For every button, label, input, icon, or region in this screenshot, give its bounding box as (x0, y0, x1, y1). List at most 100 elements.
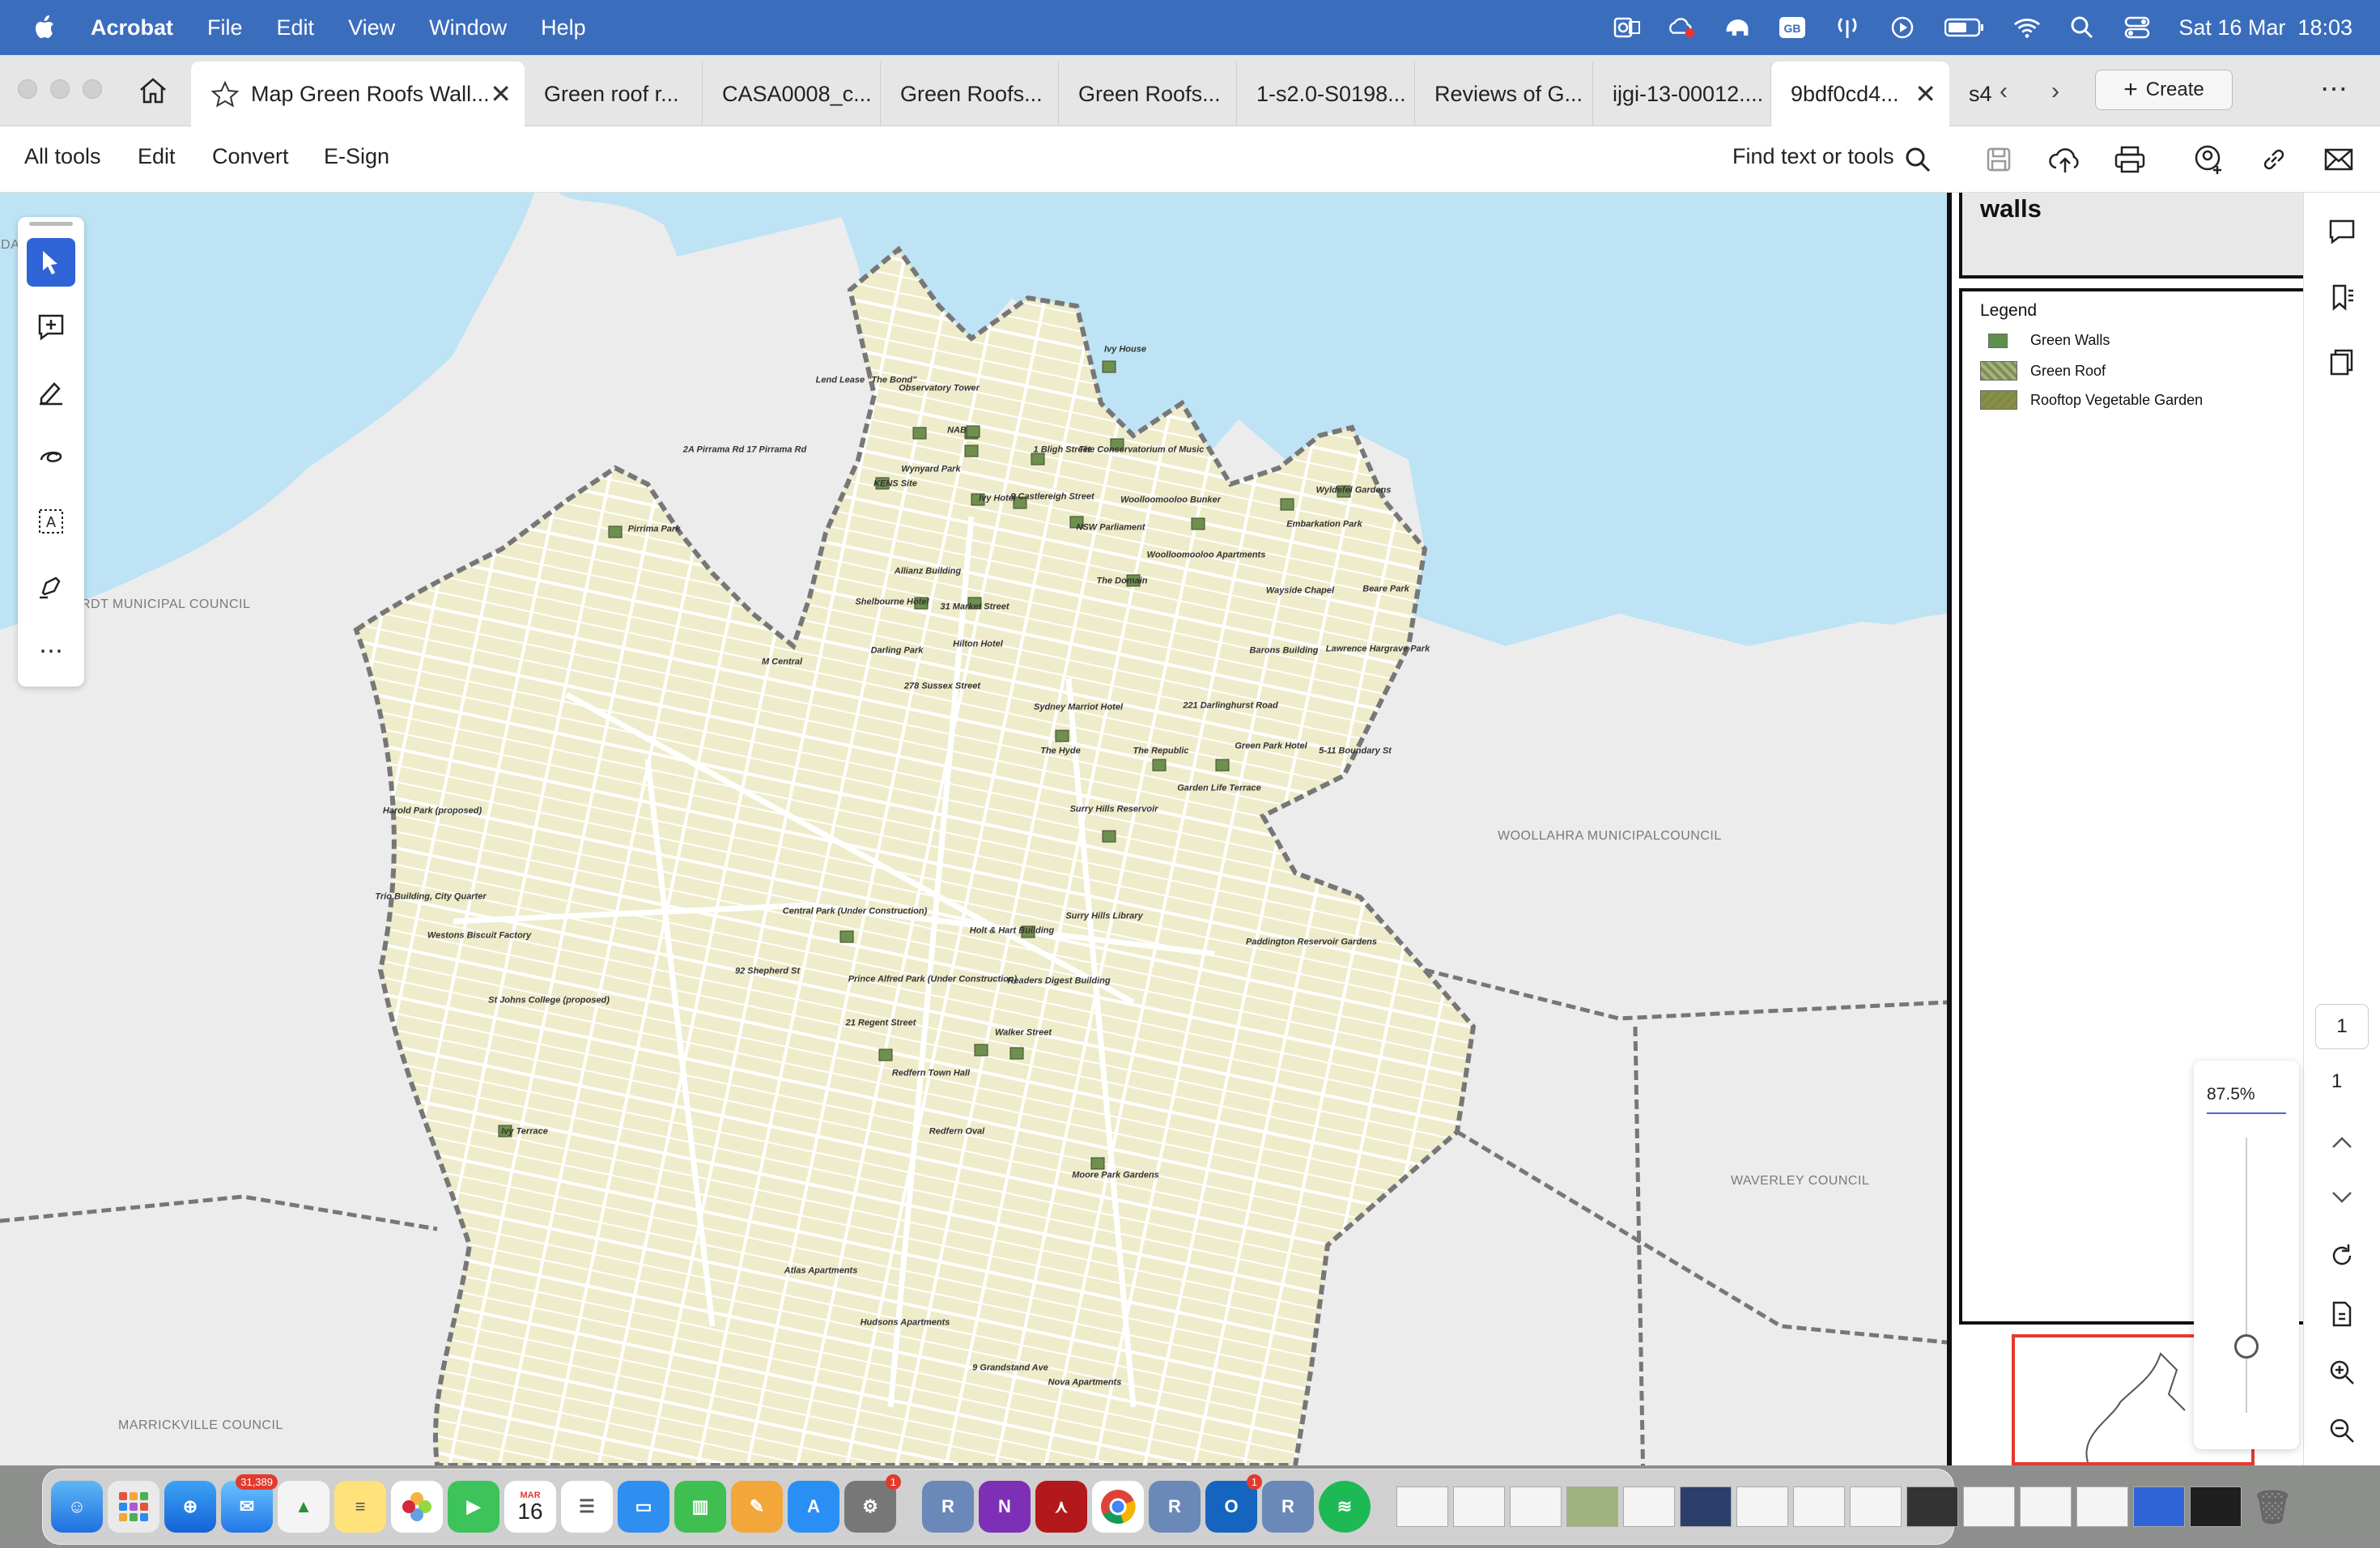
menu-window[interactable]: Window (429, 15, 507, 40)
drag-handle[interactable] (29, 222, 73, 226)
window-minimize-button[interactable] (50, 79, 70, 99)
zoom-slider-knob[interactable] (2234, 1334, 2259, 1359)
elephant-icon[interactable] (1723, 14, 1751, 41)
cloud-sync-icon[interactable] (1668, 14, 1696, 41)
freehand-draw-icon[interactable] (27, 432, 75, 481)
antenna-icon[interactable] (1834, 14, 1861, 41)
bookmarks-icon[interactable] (2323, 279, 2361, 316)
control-center-icon[interactable] (2123, 14, 2151, 41)
star-icon[interactable] (210, 80, 240, 108)
input-source-icon[interactable]: GB (1779, 14, 1806, 41)
minimized-window-thumb[interactable] (2020, 1486, 2072, 1527)
app-store-icon[interactable]: A (788, 1481, 839, 1533)
link-icon[interactable] (2255, 141, 2293, 178)
pages-icon[interactable]: ✎ (731, 1481, 783, 1533)
minimized-window-thumb[interactable] (1963, 1486, 2015, 1527)
rotate-icon[interactable] (2323, 1237, 2361, 1274)
minimized-window-thumb[interactable] (1566, 1486, 1618, 1527)
spotlight-search-icon[interactable] (2068, 14, 2096, 41)
window-close-button[interactable] (18, 79, 37, 99)
page-info-icon[interactable] (2323, 1295, 2361, 1333)
spotify-icon[interactable]: ≋ (1319, 1481, 1371, 1533)
calendar-icon[interactable]: MAR 16 (504, 1481, 556, 1533)
finder-icon[interactable]: ☺ (51, 1481, 103, 1533)
numbers-icon[interactable]: ▥ (674, 1481, 726, 1533)
zoom-in-icon[interactable] (2323, 1354, 2361, 1391)
minimized-window-thumb[interactable] (1906, 1486, 1958, 1527)
tab-document[interactable]: Green roof r... (525, 62, 703, 126)
minimized-window-thumb[interactable] (1736, 1486, 1788, 1527)
upload-cloud-icon[interactable] (2046, 141, 2084, 178)
esign-button[interactable]: E-Sign (324, 144, 389, 169)
minimized-window-thumb[interactable] (1680, 1486, 1732, 1527)
page-thumbnails-icon[interactable] (2323, 343, 2361, 381)
zoom-out-icon[interactable] (2323, 1412, 2361, 1449)
search-icon[interactable] (1899, 141, 1936, 178)
menu-app-name[interactable]: Acrobat (91, 15, 173, 40)
print-icon[interactable] (2111, 141, 2148, 178)
zoom-level-input[interactable]: 87.5% (2207, 1085, 2286, 1114)
trash-icon[interactable]: 🗑 (2246, 1481, 2298, 1533)
highlight-pen-icon[interactable] (27, 368, 75, 416)
tab-document[interactable]: Reviews of G... (1415, 62, 1593, 126)
minimized-window-thumb[interactable] (1623, 1486, 1675, 1527)
chrome-icon[interactable] (1092, 1481, 1144, 1533)
minimized-window-thumb[interactable] (1396, 1486, 1448, 1527)
onenote-icon[interactable]: N (979, 1481, 1031, 1533)
menu-view[interactable]: View (348, 15, 395, 40)
tab-document[interactable]: 1-s2.0-S0198... (1237, 62, 1415, 126)
map-canvas[interactable]: Lend Lease "The Bond" Observatory Tower Iv… (0, 193, 1947, 1465)
tab-scroll-right-icon[interactable]: › (2051, 78, 2059, 105)
tab-document[interactable]: Green Roofs... (1059, 62, 1237, 126)
tab-map-green-roofs[interactable]: Map Green Roofs Wall... ✕ (191, 62, 525, 126)
select-tool-icon[interactable] (27, 238, 75, 287)
apple-icon[interactable] (29, 11, 62, 44)
zoom-slider-track[interactable] (2246, 1138, 2247, 1413)
system-settings-icon[interactable]: ⚙ 1 (844, 1474, 901, 1533)
all-tools-button[interactable]: All tools (24, 144, 101, 169)
wifi-icon[interactable] (2013, 14, 2041, 41)
r-studio-icon[interactable]: R (1149, 1481, 1201, 1533)
notes-icon[interactable]: ≡ (334, 1481, 386, 1533)
menu-edit[interactable]: Edit (277, 15, 315, 40)
find-text-or-tools-input[interactable]: Find text or tools (1732, 144, 1894, 169)
photos-icon[interactable] (391, 1481, 443, 1533)
tab-scroll-left-icon[interactable]: ‹ (2000, 78, 2008, 105)
window-zoom-button[interactable] (83, 79, 102, 99)
menu-help[interactable]: Help (541, 15, 586, 40)
minimized-window-thumb[interactable] (1793, 1486, 1845, 1527)
r-app-icon[interactable]: R (1262, 1481, 1314, 1533)
share-user-icon[interactable] (2191, 141, 2228, 178)
r-quartz-icon[interactable]: R (922, 1481, 974, 1533)
page-up-icon[interactable] (2323, 1124, 2361, 1161)
minimized-window-thumb[interactable] (1510, 1486, 1562, 1527)
minimized-window-thumb[interactable] (2076, 1486, 2128, 1527)
edit-button[interactable]: Edit (138, 144, 176, 169)
acrobat-icon[interactable]: ⋏ (1035, 1481, 1087, 1533)
more-options-icon[interactable]: ⋯ (2320, 73, 2348, 105)
menubar-clock[interactable]: Sat 16 Mar 18:03 (2178, 15, 2352, 40)
email-icon[interactable] (2320, 141, 2357, 178)
tab-close-icon[interactable]: ✕ (490, 79, 512, 109)
save-icon[interactable] (1980, 141, 2017, 178)
current-page-input[interactable]: 1 (2315, 1004, 2369, 1049)
sign-pen-icon[interactable] (27, 562, 75, 610)
tab-close-icon[interactable]: ✕ (1915, 79, 1936, 109)
minimized-window-thumb[interactable] (1453, 1486, 1505, 1527)
launchpad-icon[interactable] (108, 1481, 159, 1533)
mail-icon[interactable]: ✉ 31,389 (221, 1474, 278, 1533)
minimized-window-thumb[interactable] (2190, 1486, 2242, 1527)
comments-icon[interactable] (2323, 214, 2361, 251)
battery-icon[interactable] (1944, 14, 1986, 41)
tab-document[interactable]: s4 (1949, 62, 2006, 126)
tab-document-current[interactable]: 9bdf0cd4... ✕ (1771, 62, 1949, 126)
play-circle-icon[interactable] (1889, 14, 1916, 41)
convert-button[interactable]: Convert (212, 144, 289, 169)
menu-file[interactable]: File (207, 15, 243, 40)
keynote-icon[interactable]: ▭ (618, 1481, 669, 1533)
page-down-icon[interactable] (2323, 1179, 2361, 1216)
more-tools-icon[interactable]: ⋯ (27, 627, 75, 675)
tab-document[interactable]: ijgi-13-00012.... (1593, 62, 1771, 126)
text-box-icon[interactable]: A (27, 497, 75, 546)
reminders-icon[interactable]: ☰ (561, 1481, 613, 1533)
